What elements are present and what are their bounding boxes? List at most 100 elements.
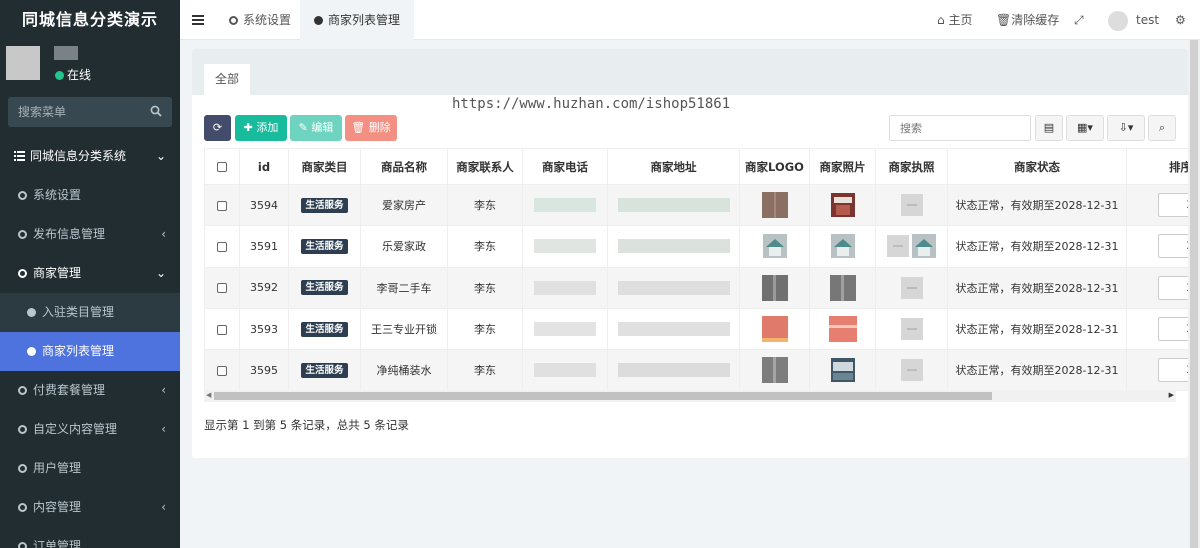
- row-checkbox-cell[interactable]: [204, 225, 240, 268]
- sidebar-subitem-category-manage[interactable]: 入驻类目管理: [0, 293, 180, 332]
- col-header-photo[interactable]: 商家照片: [809, 148, 876, 185]
- table-row[interactable]: 3595 生活服务 净纯桶装水 李东 状态正常，有效期至2028-12-31 2: [204, 349, 1188, 392]
- sidebar-item-users[interactable]: 用户管理: [0, 449, 180, 488]
- logo-thumbnail[interactable]: [761, 316, 788, 343]
- row-checkbox-cell[interactable]: [204, 349, 240, 392]
- col-header-phone[interactable]: 商家电话: [522, 148, 608, 185]
- sidebar-item-system-settings[interactable]: 系统设置: [0, 176, 180, 215]
- select-all-checkbox-cell[interactable]: [204, 148, 240, 185]
- cell-weigh: 2: [1126, 225, 1188, 268]
- license-placeholder-thumbnail[interactable]: [900, 194, 923, 217]
- sidebar-item-orders[interactable]: 订单管理: [0, 527, 180, 548]
- weigh-input[interactable]: 2: [1157, 234, 1188, 259]
- delete-button[interactable]: 🗑 删除: [345, 115, 397, 141]
- photo-thumbnail[interactable]: [828, 316, 857, 343]
- tab-system-settings[interactable]: 系统设置: [218, 0, 302, 40]
- photo-thumbnail[interactable]: [829, 274, 856, 301]
- table-row[interactable]: 3593 生活服务 王三专业开锁 李东 状态正常，有效期至2028-12-31 …: [204, 307, 1188, 351]
- circle-icon: [18, 425, 27, 434]
- row-checkbox[interactable]: [217, 324, 227, 335]
- export-button[interactable]: ⇩▾: [1107, 115, 1145, 141]
- row-checkbox[interactable]: [217, 200, 227, 211]
- license-thumbnail[interactable]: [912, 234, 937, 259]
- sidebar-item-system-root[interactable]: 同城信息分类系统 ⌄: [0, 137, 180, 176]
- settings-button[interactable]: ⚙: [1175, 0, 1186, 40]
- home-icon: ⌂: [937, 13, 945, 27]
- col-header-address[interactable]: 商家地址: [607, 148, 740, 185]
- scroll-right-arrow-icon[interactable]: ▶: [1169, 391, 1174, 399]
- cell-photo: [809, 225, 876, 268]
- photo-thumbnail[interactable]: [830, 358, 855, 383]
- tab-merchant-list[interactable]: 商家列表管理: [300, 0, 415, 40]
- license-placeholder-thumbnail[interactable]: [900, 318, 923, 341]
- row-checkbox[interactable]: [217, 365, 227, 376]
- circle-icon: [18, 542, 27, 548]
- app-logo-title[interactable]: 同城信息分类演示: [0, 0, 180, 40]
- add-button[interactable]: ✚ 添加: [235, 115, 287, 141]
- photo-thumbnail[interactable]: [830, 193, 855, 218]
- vertical-scrollbar-thumb[interactable]: [1190, 40, 1198, 548]
- sidebar-item-publish-info[interactable]: 发布信息管理 ‹: [0, 215, 180, 254]
- col-header-contact[interactable]: 商家联系人: [447, 148, 523, 185]
- horizontal-scrollbar-thumb[interactable]: [214, 392, 992, 400]
- col-header-category[interactable]: 商家类目: [288, 148, 361, 185]
- weigh-input[interactable]: 2: [1157, 317, 1188, 342]
- user-menu[interactable]: test: [1108, 0, 1159, 40]
- license-placeholder-thumbnail[interactable]: [900, 276, 923, 299]
- menu-toggle-button[interactable]: [192, 0, 204, 40]
- row-checkbox-cell[interactable]: [204, 307, 240, 351]
- tab-all[interactable]: 全部: [204, 64, 251, 95]
- table-row[interactable]: 3592 生活服务 李哥二手车 李东 状态正常，有效期至2028-12-31 2: [204, 266, 1188, 309]
- circle-icon: [18, 191, 27, 200]
- fullscreen-button[interactable]: ⤢: [1074, 0, 1084, 40]
- row-checkbox-cell[interactable]: [204, 183, 240, 227]
- select-all-checkbox[interactable]: [217, 162, 227, 172]
- logo-thumbnail[interactable]: [761, 357, 788, 384]
- cell-phone: [522, 307, 608, 351]
- table-row[interactable]: 3594 生活服务 爱家房产 李东 状态正常，有效期至2028-12-31 2: [204, 183, 1188, 227]
- license-placeholder-thumbnail[interactable]: [900, 359, 923, 382]
- sidebar-search-input[interactable]: [8, 97, 138, 127]
- weigh-input[interactable]: 2: [1157, 275, 1188, 300]
- columns-button[interactable]: ▦▾: [1066, 115, 1104, 141]
- sidebar-item-paid-plans[interactable]: 付费套餐管理 ‹: [0, 371, 180, 410]
- row-checkbox[interactable]: [217, 283, 227, 294]
- sidebar-item-custom-content[interactable]: 自定义内容管理 ‹: [0, 410, 180, 449]
- logo-thumbnail[interactable]: [762, 234, 787, 259]
- weigh-input[interactable]: 2: [1157, 358, 1188, 383]
- sidebar-item-merchant-manage[interactable]: 商家管理 ⌄: [0, 254, 180, 293]
- home-link[interactable]: ⌂ 主页: [937, 0, 972, 40]
- watermark-url: https://www.huzhan.com/ishop51861: [452, 96, 731, 112]
- col-header-id[interactable]: id: [239, 148, 289, 185]
- refresh-button[interactable]: ⟳: [204, 115, 231, 141]
- weigh-input[interactable]: 2: [1157, 193, 1188, 218]
- scroll-left-arrow-icon[interactable]: ◀: [206, 391, 211, 399]
- photo-thumbnail[interactable]: [830, 234, 855, 259]
- toggle-view-button[interactable]: ▤: [1035, 115, 1063, 141]
- edit-button[interactable]: ✎ 编辑: [290, 115, 342, 141]
- col-header-weigh[interactable]: 排序: [1126, 148, 1188, 185]
- table-search-input[interactable]: [890, 116, 1030, 140]
- col-header-status[interactable]: 商家状态: [947, 148, 1127, 185]
- vertical-scrollbar[interactable]: [1188, 40, 1200, 548]
- col-header-logo[interactable]: 商家LOGO: [739, 148, 810, 185]
- advanced-search-button[interactable]: ⌕: [1148, 115, 1176, 141]
- clear-cache-button[interactable]: 🗑清除缓存: [996, 0, 1059, 40]
- sidebar-subitem-merchant-list[interactable]: 商家列表管理: [0, 332, 180, 371]
- cell-status: 状态正常，有效期至2028-12-31: [947, 225, 1127, 268]
- logo-thumbnail[interactable]: [761, 192, 788, 219]
- license-placeholder-thumbnail[interactable]: [886, 235, 909, 258]
- sidebar-item-content[interactable]: 内容管理 ‹: [0, 488, 180, 527]
- logo-thumbnail[interactable]: [761, 274, 788, 301]
- col-header-name[interactable]: 商品名称: [360, 148, 448, 185]
- horizontal-scrollbar[interactable]: ◀ ▶: [204, 390, 1176, 402]
- col-header-license[interactable]: 商家执照: [875, 148, 948, 185]
- pagination-summary: 显示第 1 到第 5 条记录，总共 5 条记录: [204, 418, 409, 432]
- sidebar-menu: 同城信息分类系统 ⌄ 系统设置 发布信息管理 ‹ 商家管理 ⌄ 入驻类目管理 商家列…: [0, 137, 180, 548]
- cell-photo: [809, 266, 876, 309]
- table-row[interactable]: 3591 生活服务 乐爱家政 李东 状态正常，有效期至2028-12-31 2: [204, 225, 1188, 268]
- row-checkbox-cell[interactable]: [204, 266, 240, 309]
- row-checkbox[interactable]: [217, 241, 227, 252]
- search-icon[interactable]: [150, 105, 162, 117]
- cell-license: [875, 349, 948, 392]
